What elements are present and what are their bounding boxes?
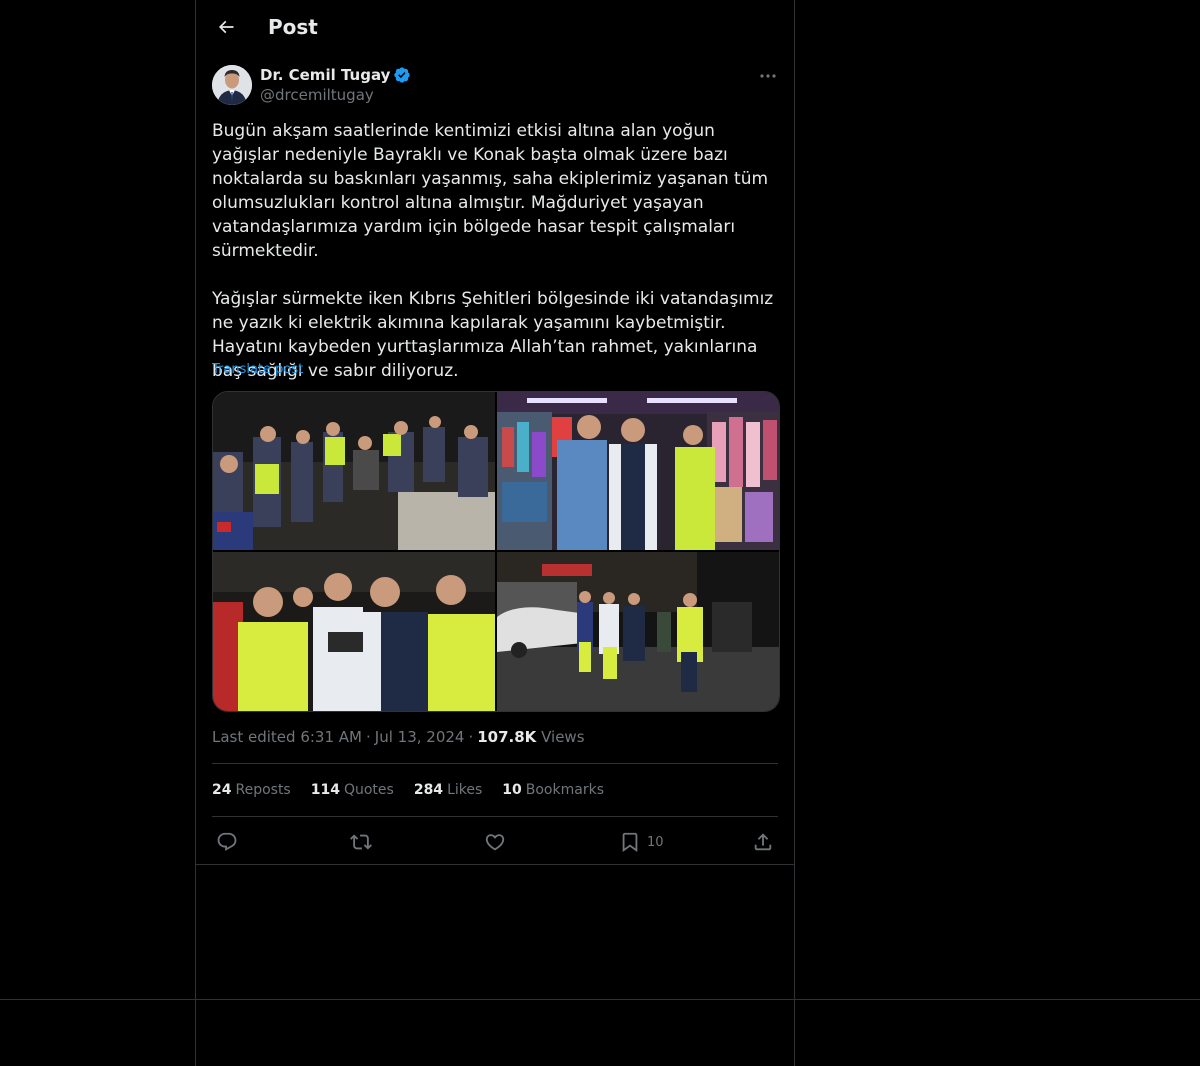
media-photo-4[interactable] bbox=[497, 552, 779, 711]
bookmark-button[interactable]: 10 bbox=[619, 828, 664, 856]
stats-bottom-divider bbox=[212, 816, 778, 817]
likes-count: 284 bbox=[413, 782, 444, 798]
share-button[interactable] bbox=[752, 828, 774, 856]
media-photo-3[interactable] bbox=[213, 552, 495, 711]
back-button[interactable] bbox=[212, 13, 240, 41]
bookmark-count: 10 bbox=[647, 834, 664, 850]
media-photo-1[interactable] bbox=[213, 392, 495, 550]
bookmarks-count: 10 bbox=[502, 782, 522, 798]
views-label: Views bbox=[541, 728, 585, 746]
action-bar: 10 bbox=[212, 828, 778, 856]
reposts-count: 24 bbox=[212, 782, 232, 798]
repost-icon bbox=[350, 834, 372, 850]
post-text: Bugün akşam saatlerinde kentimizi etkisi… bbox=[212, 121, 774, 381]
edited-timestamp[interactable]: Last edited 6:31 AM bbox=[212, 728, 362, 746]
bookmark-icon bbox=[622, 832, 638, 853]
page-header: Post bbox=[196, 0, 794, 53]
column-border-right bbox=[794, 0, 795, 1066]
reposts-stat[interactable]: 24 Reposts bbox=[212, 779, 291, 801]
author-handle[interactable]: @drcemiltugay bbox=[260, 86, 374, 104]
quotes-label: Quotes bbox=[343, 782, 394, 798]
bottom-divider bbox=[0, 999, 1200, 1000]
reply-button[interactable] bbox=[216, 828, 238, 856]
more-options-button[interactable] bbox=[756, 66, 780, 86]
column-border-left bbox=[195, 0, 196, 1066]
quotes-count: 114 bbox=[310, 782, 340, 798]
author-display-name[interactable]: Dr. Cemil Tugay bbox=[260, 66, 390, 84]
verified-badge-icon bbox=[394, 67, 411, 83]
post-meta: Last edited 6:31 AM · Jul 13, 2024 · 107.8K … bbox=[212, 726, 585, 748]
meta-separator: · bbox=[468, 728, 474, 746]
heart-icon bbox=[485, 834, 505, 851]
media-photo-2[interactable] bbox=[497, 392, 779, 550]
share-icon bbox=[754, 833, 772, 851]
meta-separator: · bbox=[366, 728, 371, 746]
stats-top-divider bbox=[212, 763, 778, 764]
post-date[interactable]: Jul 13, 2024 bbox=[375, 728, 465, 746]
reply-icon bbox=[217, 832, 237, 851]
page: Post Dr. Cemil Tugay @drcemiltugay Bugün… bbox=[0, 0, 1200, 1066]
page-title: Post bbox=[268, 15, 318, 39]
avatar-image bbox=[212, 65, 252, 105]
quotes-stat[interactable]: 114 Quotes bbox=[311, 779, 394, 801]
reposts-label: Reposts bbox=[235, 782, 291, 798]
bookmarks-stat[interactable]: 10 Bookmarks bbox=[502, 779, 604, 801]
post-bottom-border bbox=[196, 864, 794, 865]
like-button[interactable] bbox=[484, 828, 506, 856]
avatar[interactable] bbox=[212, 65, 252, 105]
media-grid bbox=[212, 391, 780, 712]
engagement-stats: 24 Reposts 114 Quotes 284 Likes 10 Bookmarks bbox=[212, 779, 624, 801]
repost-button[interactable] bbox=[350, 828, 372, 856]
views-count: 107.8K bbox=[477, 728, 537, 746]
likes-label: Likes bbox=[447, 782, 483, 798]
author-name-row[interactable]: Dr. Cemil Tugay bbox=[260, 64, 411, 86]
likes-stat[interactable]: 284 Likes bbox=[414, 779, 482, 801]
translate-post-link[interactable]: Translate post bbox=[212, 362, 303, 377]
arrow-left-icon bbox=[218, 20, 234, 34]
bookmarks-label: Bookmarks bbox=[525, 782, 604, 798]
more-dots-icon bbox=[760, 74, 776, 78]
